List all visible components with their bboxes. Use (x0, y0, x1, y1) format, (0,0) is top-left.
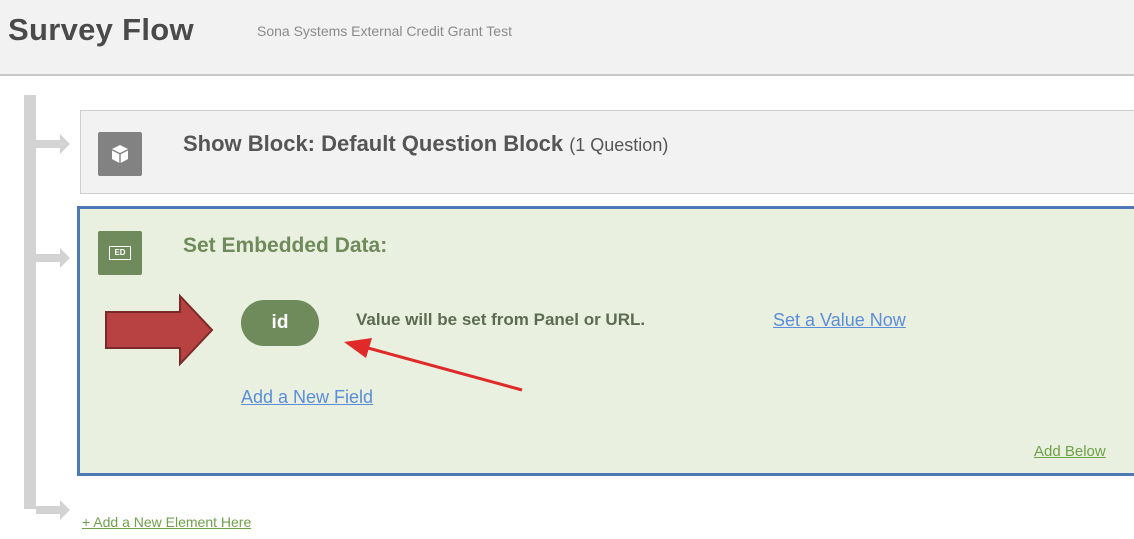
flow-arrow-icon (36, 500, 70, 520)
add-new-element-link[interactable]: + Add a New Element Here (82, 514, 251, 530)
flow-arrow-icon (36, 134, 70, 154)
header-bar: Survey Flow Sona Systems External Credit… (0, 0, 1134, 76)
block-title: Show Block: Default Question Block (1 Qu… (183, 131, 668, 157)
block-title-text: Show Block: Default Question Block (183, 131, 564, 156)
flow-connector-line (24, 95, 36, 509)
page-title: Survey Flow (8, 12, 194, 47)
embedded-field-name[interactable]: id (241, 300, 319, 346)
embedded-data-title: Set Embedded Data: (183, 234, 388, 257)
show-block-element[interactable]: Show Block: Default Question Block (1 Qu… (80, 110, 1134, 194)
add-new-field-link[interactable]: Add a New Field (241, 387, 373, 408)
cube-icon (98, 132, 142, 176)
flow-arrow-icon (36, 248, 70, 268)
set-value-link[interactable]: Set a Value Now (773, 310, 906, 331)
survey-name: Sona Systems External Credit Grant Test (257, 23, 512, 39)
field-value-description: Value will be set from Panel or URL. (356, 310, 646, 329)
add-below-link[interactable]: Add Below (1034, 443, 1106, 460)
embedded-data-icon: ED (98, 231, 142, 275)
embedded-data-element[interactable]: ED Set Embedded Data: id Value will be s… (77, 206, 1134, 476)
ed-icon-label: ED (109, 246, 131, 260)
question-count: (1 Question) (569, 135, 669, 155)
